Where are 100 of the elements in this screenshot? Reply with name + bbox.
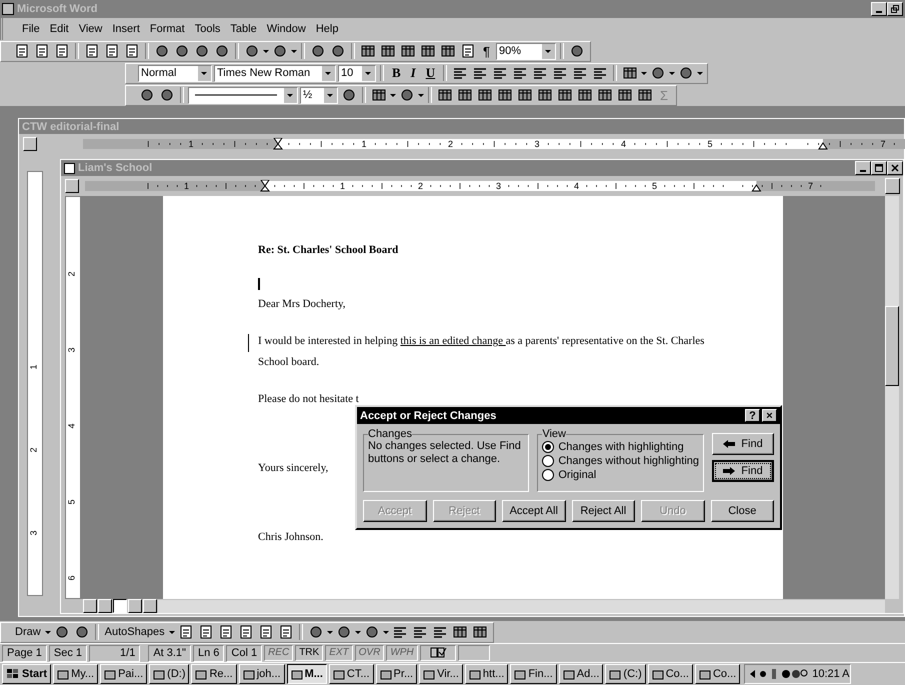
line-weight-dropdown[interactable]: ½ [300, 86, 338, 104]
tab-selector[interactable] [65, 179, 79, 193]
taskbar-button[interactable]: Vir... [419, 664, 463, 684]
ruler-number: 4 [66, 424, 76, 428]
dropdown-arrow-icon[interactable] [641, 72, 648, 78]
dropdown-arrow-icon[interactable] [291, 50, 297, 56]
ruler-number: 1 [183, 181, 190, 191]
radio-button[interactable] [542, 441, 554, 453]
ruler-number: 4 [620, 139, 628, 149]
line-style-dropdown[interactable] [188, 86, 298, 104]
taskbar-button[interactable]: CT... [328, 664, 374, 684]
mode-indicator[interactable]: EXT [325, 645, 353, 661]
mode-indicator[interactable]: REC [264, 645, 294, 661]
scroll-up-button[interactable] [885, 178, 900, 194]
dropdown-arrow-icon[interactable] [168, 630, 175, 636]
find-button[interactable]: Find [712, 460, 774, 482]
start-button[interactable]: Start [2, 664, 52, 684]
draw-menu[interactable]: Draw [13, 626, 43, 638]
dialog-button[interactable]: Accept All [502, 500, 566, 522]
find-button[interactable]: Find [712, 433, 774, 455]
mode-indicator[interactable]: TRK [295, 645, 324, 661]
taskbar-button[interactable]: Re... [191, 664, 237, 684]
outline-view-button[interactable] [128, 599, 142, 613]
zoom-dropdown[interactable]: 90% [496, 42, 556, 60]
close-button[interactable] [887, 161, 903, 175]
horizontal-ruler[interactable] [83, 138, 905, 150]
menu-item[interactable]: Window [264, 23, 309, 35]
menu-item[interactable]: Help [312, 23, 342, 35]
left-arrow-icon [723, 440, 736, 448]
radio-button[interactable] [542, 455, 554, 467]
bold-button[interactable]: B [388, 65, 405, 81]
minimize-button[interactable] [855, 161, 871, 175]
taskbar-button[interactable]: htt... [464, 664, 508, 684]
dropdown-arrow-icon[interactable] [354, 630, 361, 636]
taskbar-button[interactable]: Ad... [558, 664, 604, 684]
vertical-ruler[interactable]: 1 2 3 [27, 171, 43, 596]
help-button[interactable]: ? [745, 409, 760, 422]
underline-button[interactable]: U [422, 65, 440, 81]
dropdown-arrow-icon[interactable] [390, 94, 396, 100]
taskbar-button[interactable]: Pai... [100, 664, 148, 684]
radio-button[interactable] [542, 469, 554, 481]
taskbar-button[interactable]: Fin... [510, 664, 557, 684]
horizontal-ruler[interactable] [85, 180, 875, 192]
menu-item[interactable]: File [19, 23, 43, 35]
dropdown-arrow-icon[interactable] [382, 630, 389, 636]
new-document-icon[interactable] [14, 43, 30, 59]
paragraph: Please do not hesitate t [258, 392, 359, 407]
ruler-number: 5 [651, 181, 658, 191]
dropdown-arrow-icon[interactable] [326, 630, 333, 636]
restore-button[interactable] [887, 2, 903, 16]
font-dropdown[interactable]: Times New Roman [214, 64, 336, 82]
horizontal-scrollbar[interactable] [158, 600, 885, 612]
italic-button[interactable]: I [406, 65, 420, 81]
table-grid-icon[interactable] [360, 43, 376, 59]
taskbar-button[interactable]: Pr... [376, 664, 418, 684]
mode-indicator[interactable]: WPH [386, 645, 418, 661]
dropdown-arrow-icon[interactable] [697, 72, 704, 78]
menu-item[interactable]: Insert [109, 23, 143, 35]
group-label: Changes [368, 428, 412, 440]
taskbar-button[interactable]: (C:) [605, 664, 646, 684]
ruler-number: 1 [28, 364, 38, 370]
dropdown-arrow-icon[interactable] [44, 630, 51, 636]
minimize-button[interactable] [871, 2, 887, 16]
vertical-ruler[interactable]: 2 3 4 5 6 [65, 196, 81, 599]
program-icon [698, 668, 711, 680]
taskbar-button[interactable]: Co... [694, 664, 740, 684]
normal-view-button[interactable] [83, 599, 97, 613]
maximize-button[interactable] [871, 161, 887, 175]
dialog-button[interactable]: Reject All [572, 500, 635, 522]
taskbar-button[interactable]: (D:) [149, 664, 190, 684]
menu-item[interactable]: Table [227, 23, 260, 35]
mode-indicator[interactable]: OVR [354, 645, 384, 661]
menu-item[interactable]: Edit [46, 23, 72, 35]
dropdown-arrow-icon[interactable] [669, 72, 676, 78]
web-view-button[interactable] [98, 599, 112, 613]
close-button[interactable]: × [762, 409, 777, 422]
scroll-left-button[interactable] [143, 599, 157, 613]
menu-item[interactable]: Tools [192, 23, 224, 35]
page-view-button[interactable] [113, 599, 127, 613]
spelling-status-icon[interactable] [420, 645, 456, 661]
taskbar-button[interactable]: Co... [648, 664, 693, 684]
font-size-dropdown[interactable]: 10 [338, 64, 376, 82]
menu-item[interactable]: Format [146, 23, 188, 35]
style-dropdown[interactable]: Normal [138, 64, 212, 82]
insert-table-icon[interactable] [380, 43, 396, 59]
right-arrow-icon [723, 467, 736, 475]
ruler-number: 2 [66, 272, 76, 276]
vertical-scrollbar[interactable] [885, 196, 899, 599]
show-hide-button[interactable]: ¶ [479, 44, 494, 58]
dropdown-arrow-icon[interactable] [263, 50, 269, 56]
dialog-button[interactable]: Close [710, 500, 774, 522]
menu-item[interactable]: View [76, 23, 106, 35]
dropdown-arrow-icon[interactable] [418, 94, 424, 100]
tab-selector[interactable] [23, 137, 37, 151]
taskbar-button[interactable]: My... [53, 664, 98, 684]
autoshapes-menu[interactable]: AutoShapes [102, 626, 167, 638]
taskbar-button[interactable]: joh... [238, 664, 285, 684]
taskbar-button[interactable]: M... [286, 664, 327, 684]
program-icon [652, 668, 664, 680]
ruler-number: 6 [66, 576, 76, 580]
